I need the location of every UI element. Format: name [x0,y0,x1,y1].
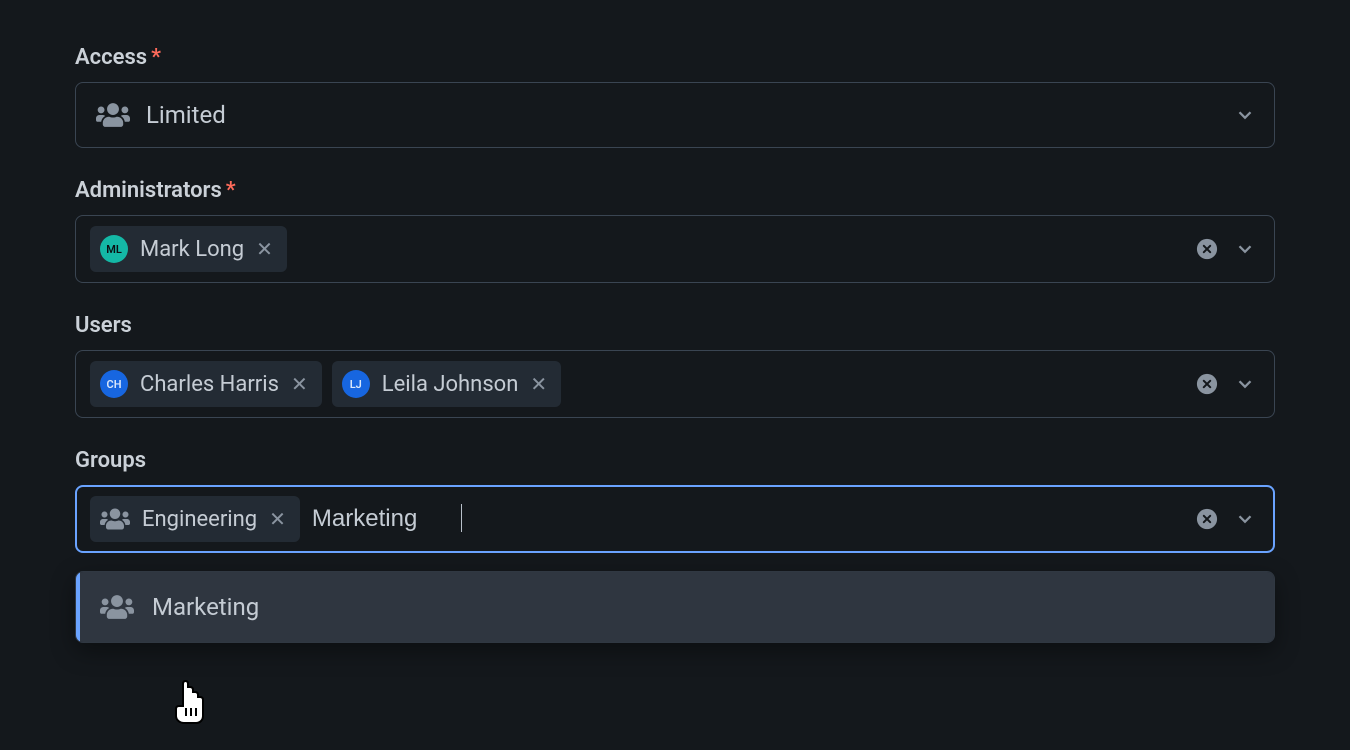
groups-label-text: Groups [75,448,146,473]
avatar: LJ [342,370,370,398]
clear-icon[interactable] [1196,508,1218,530]
users-label-text: Users [75,313,132,338]
administrators-select[interactable]: ML Mark Long ✕ [75,215,1275,283]
remove-chip-icon[interactable]: ✕ [530,374,547,394]
groups-search-input[interactable] [310,501,460,537]
remove-chip-icon[interactable]: ✕ [291,374,308,394]
access-label: Access * [75,45,1275,70]
group-icon [100,506,130,532]
chip-label: Charles Harris [140,372,279,397]
pointer-cursor-icon [170,680,208,728]
chip-label: Leila Johnson [382,372,519,397]
access-label-text: Access [75,45,147,70]
chevron-down-icon[interactable] [1234,508,1256,530]
required-indicator: * [226,178,236,203]
group-icon [100,592,134,622]
chevron-down-icon[interactable] [1234,238,1256,260]
required-indicator: * [151,45,161,70]
remove-chip-icon[interactable]: ✕ [256,239,273,259]
access-select[interactable]: Limited [75,82,1275,148]
chevron-down-icon[interactable] [1234,104,1256,126]
administrators-field: Administrators * ML Mark Long ✕ [75,178,1275,283]
access-value: Limited [146,101,226,129]
administrators-label-text: Administrators [75,178,222,203]
text-caret [461,504,462,532]
remove-chip-icon[interactable]: ✕ [269,509,286,529]
user-chip: LJ Leila Johnson ✕ [332,361,561,407]
avatar: ML [100,235,128,263]
administrators-label: Administrators * [75,178,1275,203]
users-field: Users CH Charles Harris ✕ LJ Leila Johns… [75,313,1275,418]
users-select[interactable]: CH Charles Harris ✕ LJ Leila Johnson ✕ [75,350,1275,418]
users-label: Users [75,313,1275,338]
clear-icon[interactable] [1196,238,1218,260]
groups-dropdown: Marketing [75,571,1275,643]
clear-icon[interactable] [1196,373,1218,395]
dropdown-option-label: Marketing [152,593,259,621]
user-chip: CH Charles Harris ✕ [90,361,322,407]
groups-label: Groups [75,448,1275,473]
admin-chip: ML Mark Long ✕ [90,226,287,272]
access-field: Access * Limited [75,45,1275,148]
chip-label: Engineering [142,507,257,532]
avatar: CH [100,370,128,398]
users-icon [96,100,130,130]
groups-field: Groups Engineering ✕ [75,448,1275,643]
group-chip: Engineering ✕ [90,496,300,542]
dropdown-option-marketing[interactable]: Marketing [76,572,1274,642]
chip-label: Mark Long [140,237,244,262]
groups-select[interactable]: Engineering ✕ [75,485,1275,553]
chevron-down-icon[interactable] [1234,373,1256,395]
